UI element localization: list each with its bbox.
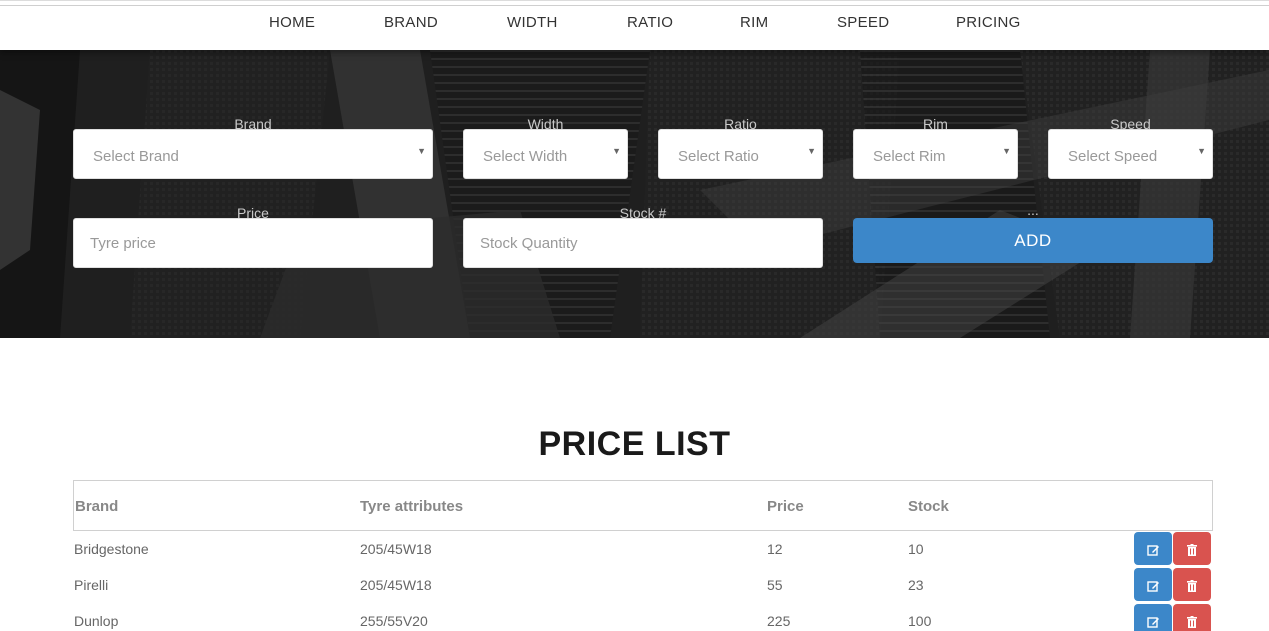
speed-select[interactable]: Select Speed ▼ xyxy=(1048,129,1213,179)
add-label: ... xyxy=(1027,202,1039,218)
row-price: 55 xyxy=(767,577,783,593)
hero-banner: Brand Width Ratio Rim Speed Select Brand… xyxy=(0,50,1269,338)
brand-select[interactable]: Select Brand ▼ xyxy=(73,129,433,179)
ratio-select-placeholder: Select Ratio xyxy=(678,148,759,165)
chevron-down-icon: ▼ xyxy=(1002,146,1011,156)
trash-icon xyxy=(1187,615,1197,628)
row-price: 225 xyxy=(767,613,791,629)
page-title: PRICE LIST xyxy=(538,425,731,463)
speed-select-placeholder: Select Speed xyxy=(1068,148,1158,165)
column-header-price: Price xyxy=(767,498,804,515)
price-input-placeholder: Tyre price xyxy=(90,235,156,252)
row-price: 12 xyxy=(767,541,783,557)
stock-input[interactable]: Stock Quantity xyxy=(463,218,823,268)
edit-icon xyxy=(1146,616,1159,628)
edit-button[interactable] xyxy=(1134,604,1172,631)
row-brand: Pirelli xyxy=(74,577,109,593)
rim-select[interactable]: Select Rim ▼ xyxy=(853,129,1018,179)
add-button[interactable]: ADD xyxy=(853,218,1213,263)
price-input[interactable]: Tyre price xyxy=(73,218,433,268)
delete-button[interactable] xyxy=(1173,532,1211,565)
edit-icon xyxy=(1146,580,1159,592)
row-stock: 23 xyxy=(908,577,924,593)
column-header-brand: Brand xyxy=(75,498,119,515)
nav-speed[interactable]: SPEED xyxy=(837,14,889,31)
delete-button[interactable] xyxy=(1173,604,1211,631)
row-brand: Dunlop xyxy=(74,613,119,629)
row-attributes: 255/55V20 xyxy=(360,613,428,629)
column-header-stock: Stock xyxy=(908,498,949,515)
row-stock: 100 xyxy=(908,613,932,629)
edit-icon xyxy=(1146,544,1159,556)
chevron-down-icon: ▼ xyxy=(417,146,426,156)
stock-input-placeholder: Stock Quantity xyxy=(480,235,578,252)
top-navbar: HOME BRAND WIDTH RATIO RIM SPEED PRICING xyxy=(0,0,1269,50)
table-header: Brand Tyre attributes Price Stock xyxy=(73,480,1213,531)
width-select-placeholder: Select Width xyxy=(483,148,568,165)
chevron-down-icon: ▼ xyxy=(612,146,621,156)
chevron-down-icon: ▼ xyxy=(807,146,816,156)
chevron-down-icon: ▼ xyxy=(1197,146,1206,156)
row-attributes: 205/45W18 xyxy=(360,541,432,557)
edit-button[interactable] xyxy=(1134,568,1172,601)
nav-width[interactable]: WIDTH xyxy=(507,14,558,31)
navbar-top-line xyxy=(0,5,1269,6)
nav-ratio[interactable]: RATIO xyxy=(627,14,673,31)
ratio-select[interactable]: Select Ratio ▼ xyxy=(658,129,823,179)
column-header-tyre-attributes: Tyre attributes xyxy=(360,498,464,515)
delete-button[interactable] xyxy=(1173,568,1211,601)
brand-select-placeholder: Select Brand xyxy=(93,148,179,165)
nav-pricing[interactable]: PRICING xyxy=(956,14,1021,31)
hero-background-image xyxy=(0,50,1269,338)
row-stock: 10 xyxy=(908,541,924,557)
row-brand: Bridgestone xyxy=(74,541,149,557)
nav-home[interactable]: HOME xyxy=(269,14,315,31)
nav-rim[interactable]: RIM xyxy=(740,14,768,31)
nav-brand[interactable]: BRAND xyxy=(384,14,438,31)
width-select[interactable]: Select Width ▼ xyxy=(463,129,628,179)
trash-icon xyxy=(1187,579,1197,592)
trash-icon xyxy=(1187,543,1197,556)
row-attributes: 205/45W18 xyxy=(360,577,432,593)
edit-button[interactable] xyxy=(1134,532,1172,565)
rim-select-placeholder: Select Rim xyxy=(873,148,946,165)
